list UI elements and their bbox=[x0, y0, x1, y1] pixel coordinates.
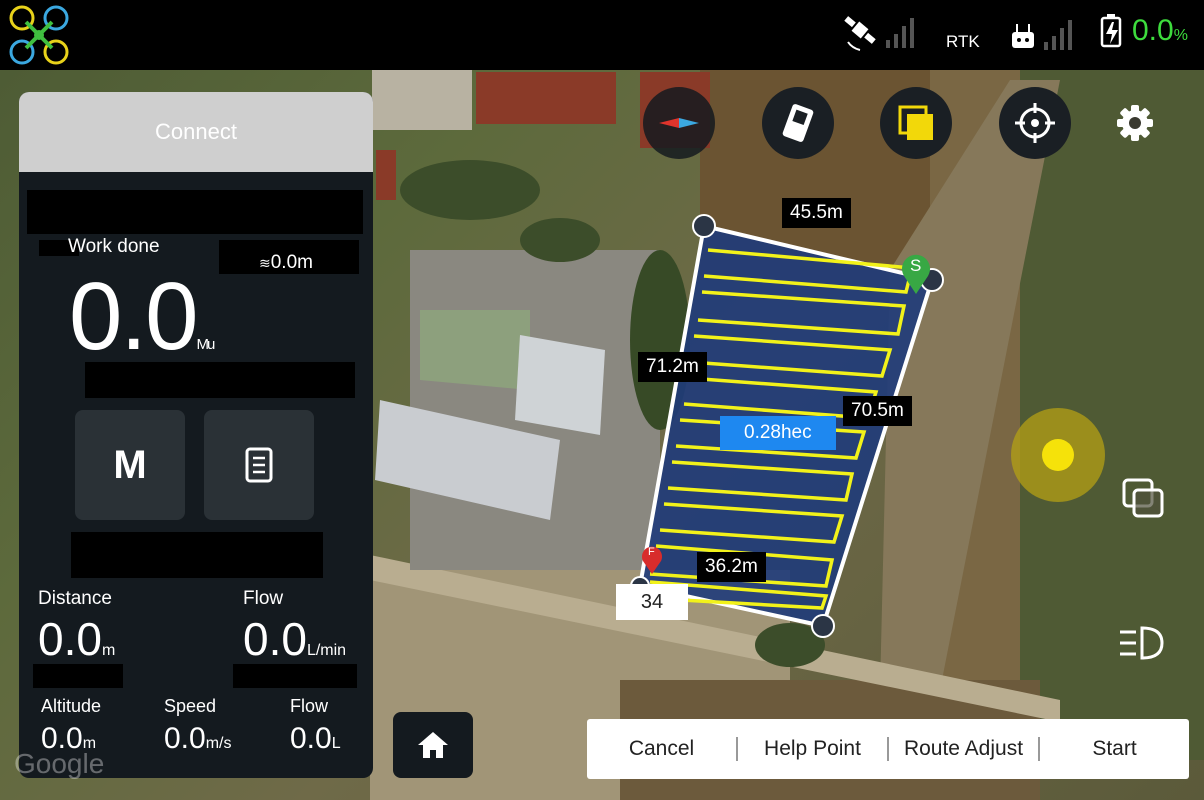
start-marker-label: S bbox=[910, 256, 922, 275]
work-done-label: Work done bbox=[68, 236, 160, 257]
flow-total-value: 0.0L bbox=[290, 722, 341, 755]
layers-height-icon: ≋ bbox=[259, 255, 271, 271]
redacted-block bbox=[33, 664, 123, 688]
flow-total-label: Flow bbox=[290, 696, 329, 716]
remote-icon bbox=[782, 104, 814, 142]
redacted-block bbox=[27, 190, 363, 234]
document-icon bbox=[245, 447, 273, 483]
task-list-button[interactable] bbox=[204, 410, 314, 520]
compass-button[interactable] bbox=[643, 87, 715, 159]
height-readout: ≋0.0m bbox=[259, 252, 313, 273]
remote-button[interactable] bbox=[762, 87, 834, 159]
telemetry-panel: Connect Work done ≋0.0m 0.0Mu M Distance… bbox=[19, 92, 373, 778]
area-badge: 0.28hec bbox=[720, 416, 836, 450]
locate-icon bbox=[1015, 103, 1055, 143]
finish-marker-label: F bbox=[648, 546, 655, 558]
copy-route-button[interactable] bbox=[1120, 476, 1166, 520]
layers-icon bbox=[898, 105, 933, 140]
settings-button[interactable] bbox=[1114, 102, 1156, 144]
connect-label: Connect bbox=[155, 119, 237, 144]
cancel-button[interactable]: Cancel bbox=[587, 737, 738, 761]
compass-icon bbox=[659, 118, 699, 128]
edge-length-top: 45.5m bbox=[782, 198, 851, 228]
point-count-label[interactable]: 34 bbox=[616, 584, 688, 620]
route-adjust-button[interactable]: Route Adjust bbox=[889, 737, 1040, 761]
home-button[interactable] bbox=[393, 712, 473, 778]
edge-length-bottom: 36.2m bbox=[697, 552, 766, 582]
redacted-block bbox=[71, 532, 323, 578]
edge-length-left: 71.2m bbox=[638, 352, 707, 382]
distance-label: Distance bbox=[38, 588, 112, 609]
light-icon bbox=[1120, 626, 1164, 660]
flow-rate-label: Flow bbox=[243, 588, 284, 609]
action-bar: Cancel Help Point Route Adjust Start bbox=[587, 719, 1189, 779]
battery-level: 0.0% bbox=[1132, 14, 1188, 47]
edge-length-right: 70.5m bbox=[843, 396, 912, 426]
joystick-control[interactable] bbox=[1011, 408, 1105, 502]
top-status-bar: RTK 0.0% bbox=[0, 0, 1204, 70]
speed-value: 0.0m/s bbox=[164, 722, 232, 755]
help-point-button[interactable]: Help Point bbox=[738, 737, 889, 761]
altitude-label: Altitude bbox=[41, 696, 102, 716]
mode-m-button[interactable]: M bbox=[75, 410, 185, 520]
copy-icon bbox=[1122, 478, 1164, 518]
battery-icon bbox=[1100, 14, 1122, 48]
rtk-label: RTK bbox=[946, 32, 980, 51]
map-watermark: Google bbox=[14, 748, 105, 779]
connect-button[interactable]: Connect bbox=[19, 92, 373, 172]
satellite-icon bbox=[844, 16, 914, 51]
home-icon bbox=[418, 732, 448, 758]
redacted-block bbox=[986, 14, 1004, 54]
mode-m-label: M bbox=[113, 442, 147, 487]
gear-icon bbox=[1117, 105, 1153, 141]
layers-button[interactable] bbox=[880, 87, 952, 159]
speed-label: Speed bbox=[164, 696, 217, 716]
flow-rate-value: 0.0L/min bbox=[243, 613, 347, 665]
light-button[interactable] bbox=[1118, 622, 1166, 664]
locate-button[interactable] bbox=[999, 87, 1071, 159]
work-done-value: 0.0Mu bbox=[69, 263, 215, 370]
drone-logo-icon bbox=[9, 5, 69, 65]
remote-signal-icon bbox=[1012, 20, 1072, 50]
distance-value: 0.0m bbox=[38, 613, 116, 665]
start-button[interactable]: Start bbox=[1040, 737, 1189, 761]
redacted-block bbox=[233, 664, 357, 688]
